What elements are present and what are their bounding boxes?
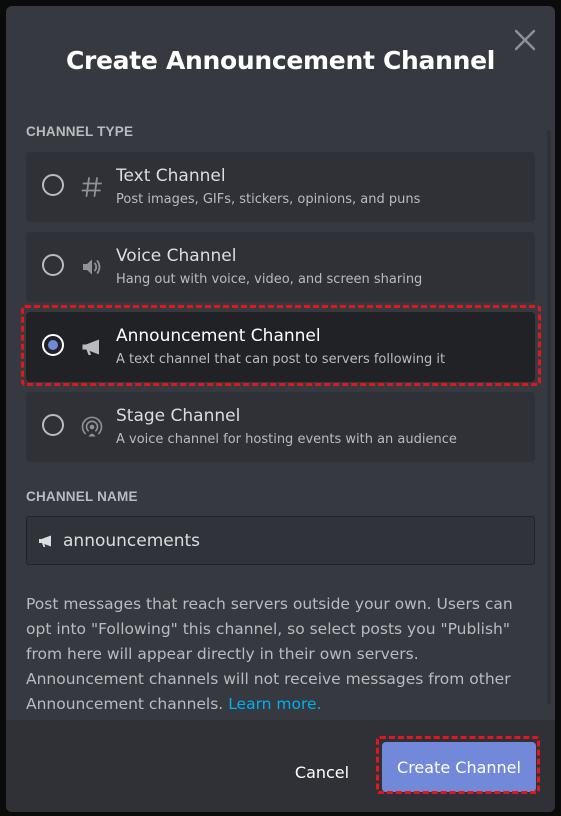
radio-button[interactable] <box>42 174 64 196</box>
dialog-title: Create Announcement Channel <box>65 46 496 75</box>
channel-type-label: CHANNEL TYPE <box>26 124 134 139</box>
channel-name-input[interactable] <box>63 517 523 564</box>
option-description: Hang out with voice, video, and screen s… <box>116 272 423 287</box>
speaker-icon <box>80 255 104 279</box>
option-description: A text channel that can post to servers … <box>116 352 446 367</box>
option-name: Text Channel <box>116 166 226 186</box>
channel-name-label: CHANNEL NAME <box>26 489 138 504</box>
radio-button-selected[interactable] <box>42 334 64 356</box>
learn-more-link[interactable]: Learn more. <box>228 695 321 713</box>
dialog-footer: Cancel Create Channel <box>6 720 555 812</box>
option-name: Announcement Channel <box>116 326 321 346</box>
radio-selected-dot <box>48 340 58 350</box>
option-name: Voice Channel <box>116 246 237 266</box>
option-description: Post images, GIFs, stickers, opinions, a… <box>116 192 421 207</box>
scrollbar[interactable] <box>547 130 551 704</box>
megaphone-icon <box>38 533 56 549</box>
radio-button[interactable] <box>42 414 64 436</box>
cancel-button[interactable]: Cancel <box>284 750 360 794</box>
create-channel-dialog: Create Announcement Channel CHANNEL TYPE… <box>6 6 555 812</box>
create-channel-button[interactable]: Create Channel <box>382 742 536 792</box>
channel-type-option-text[interactable]: Text Channel Post images, GIFs, stickers… <box>26 152 535 222</box>
channel-type-option-voice[interactable]: Voice Channel Hang out with voice, video… <box>26 232 535 302</box>
option-name: Stage Channel <box>116 406 241 426</box>
option-description: A voice channel for hosting events with … <box>116 432 457 447</box>
channel-type-option-announcement[interactable]: Announcement Channel A text channel that… <box>26 312 535 382</box>
channel-name-field[interactable] <box>26 516 535 565</box>
channel-type-option-stage[interactable]: Stage Channel A voice channel for hostin… <box>26 392 535 462</box>
help-text: Post messages that reach servers outside… <box>26 592 528 717</box>
megaphone-icon <box>80 335 104 359</box>
hash-icon <box>80 175 104 199</box>
stage-icon <box>80 415 104 439</box>
radio-button[interactable] <box>42 254 64 276</box>
